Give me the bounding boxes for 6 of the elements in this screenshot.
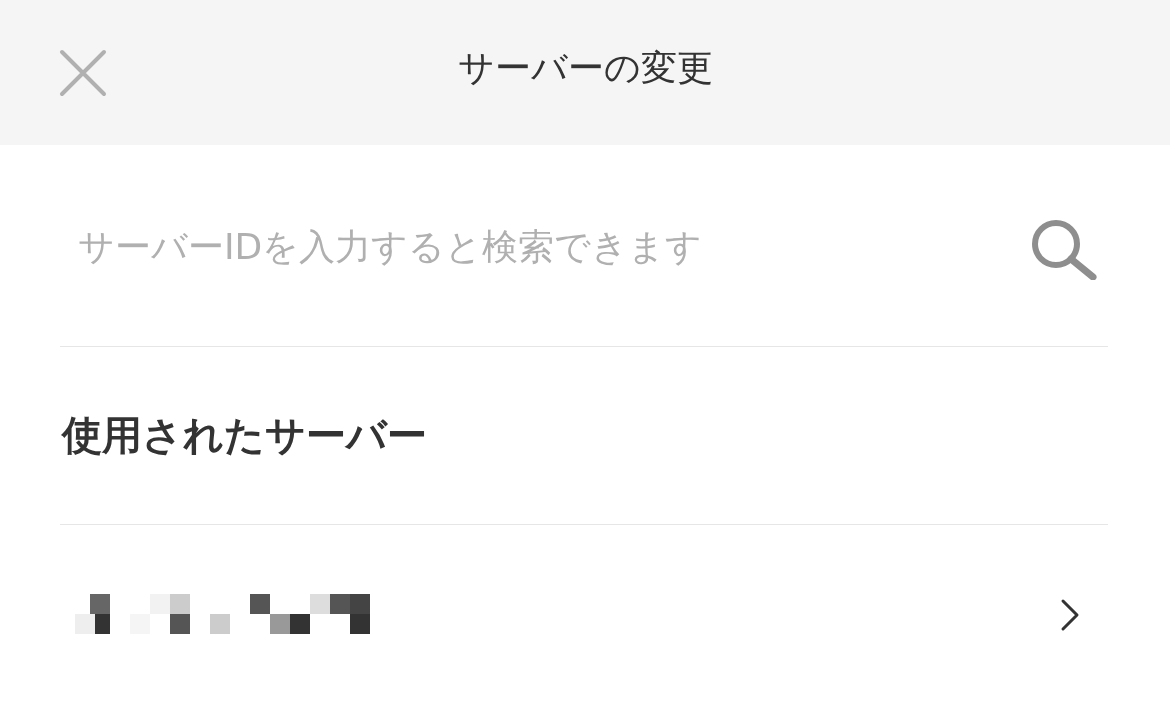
window-title: サーバーの変更 <box>457 46 713 90</box>
chevron-icon <box>1060 598 1080 632</box>
search-field[interactable]: サーバーIDを入力すると検索できます <box>60 225 1030 267</box>
section-heading: 使用されたサーバー <box>60 347 1108 525</box>
close-button[interactable] <box>59 49 107 97</box>
search-icon[interactable] <box>1030 218 1098 280</box>
